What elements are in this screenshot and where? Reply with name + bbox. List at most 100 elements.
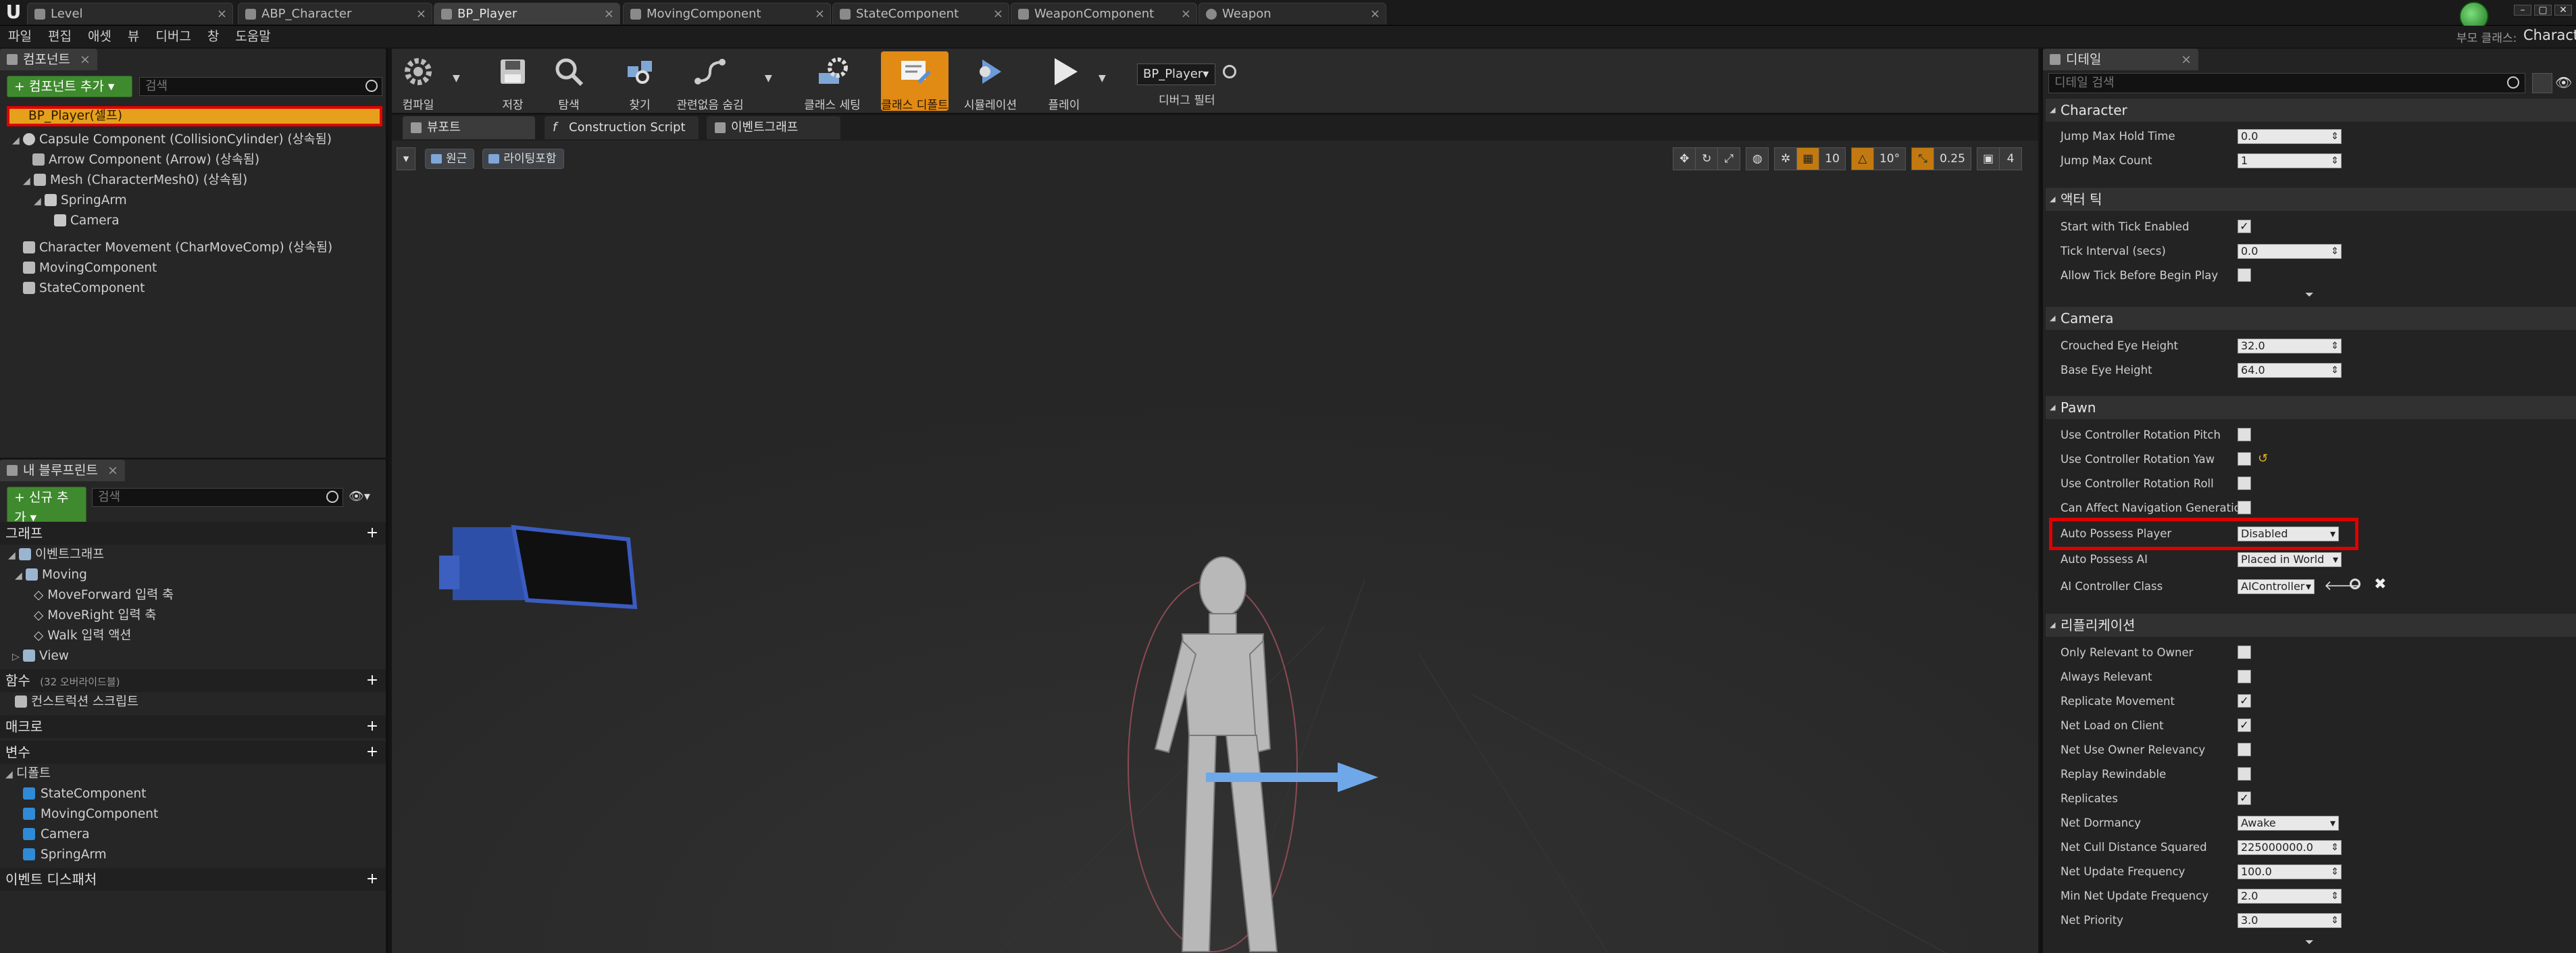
play-button[interactable]: 플레이 xyxy=(1038,51,1090,112)
grid-snap-value[interactable]: 10 xyxy=(1819,147,1846,170)
menu-view[interactable]: 뷰 xyxy=(120,26,147,47)
close-icon[interactable]: × xyxy=(2181,49,2192,70)
construction-script-item[interactable]: 컨스트럭션 스크립트 xyxy=(15,692,138,712)
unreal-logo-icon[interactable]: U xyxy=(3,1,24,23)
tab-level[interactable]: Level × xyxy=(27,3,233,24)
tab-bp-player[interactable]: BP_Player × xyxy=(434,3,620,24)
hide-unrelated-options-icon[interactable]: ▼ xyxy=(765,73,772,84)
viewport[interactable]: ▾ 원근 라이팅포함 ✥ ↻ ⤢ ◍ ✲ ▦ 10 △ 10° ⤡ 0.25 ▣ 4 xyxy=(392,141,2038,953)
play-options-icon[interactable]: ▼ xyxy=(1098,73,1106,84)
prop-number-field[interactable]: 2.0 xyxy=(2238,889,2342,904)
auto-possess-ai-dropdown[interactable]: Placed in World xyxy=(2238,552,2342,567)
tab-weapon-component[interactable]: WeaponComponent × xyxy=(1011,3,1197,24)
translate-tool-icon[interactable]: ✥ xyxy=(1673,147,1696,170)
scale-tool-icon[interactable]: ⤢ xyxy=(1717,147,1741,170)
prop-number-field[interactable]: 0.0 xyxy=(2238,244,2342,259)
rotate-tool-icon[interactable]: ↻ xyxy=(1695,147,1719,170)
viewport-options-dropdown[interactable]: ▾ xyxy=(397,147,415,170)
component-camera[interactable]: Camera xyxy=(54,211,120,231)
tab-abp-character[interactable]: ABP_Character × xyxy=(238,3,432,24)
checkbox-checked[interactable]: ✓ xyxy=(2238,791,2251,805)
debug-search-icon[interactable] xyxy=(1223,65,1236,78)
rotation-snap-icon[interactable]: △ xyxy=(1850,147,1874,170)
expand-arrow-icon[interactable]: ▷ xyxy=(12,647,20,667)
moving-group[interactable]: ◢ Moving xyxy=(15,565,87,585)
add-macro-icon[interactable]: + xyxy=(365,719,379,734)
minimize-button[interactable]: – xyxy=(2514,5,2531,16)
net-dormancy-dropdown[interactable]: Awake xyxy=(2238,816,2339,831)
close-icon[interactable]: × xyxy=(815,3,825,24)
camera-speed-value[interactable]: 4 xyxy=(1999,147,2022,170)
variable-item[interactable]: MovingComponent xyxy=(23,804,158,825)
simulation-button[interactable]: 시뮬레이션 xyxy=(957,51,1024,112)
compile-options-icon[interactable]: ▼ xyxy=(453,73,460,84)
close-icon[interactable]: × xyxy=(1181,3,1191,24)
prop-number-field[interactable]: 0.0 xyxy=(2238,129,2342,144)
lighting-mode-button[interactable]: 라이팅포함 xyxy=(482,149,564,169)
checkbox-unchecked[interactable] xyxy=(2238,767,2251,781)
tab-weapon[interactable]: Weapon × xyxy=(1198,3,1386,24)
ai-controller-class-dropdown[interactable]: AIController xyxy=(2238,579,2315,594)
checkbox-unchecked[interactable] xyxy=(2238,501,2251,514)
compile-button[interactable]: 컴파일 xyxy=(392,51,445,112)
component-arrow[interactable]: Arrow Component (Arrow) (상속됨) xyxy=(32,150,259,170)
section-replication[interactable]: 리플리케이션 xyxy=(2046,614,2576,637)
scale-snap-value[interactable]: 0.25 xyxy=(1934,147,1971,170)
view-mode-button[interactable]: 원근 xyxy=(425,149,475,169)
class-settings-button[interactable]: 클래스 세팅 xyxy=(797,51,867,112)
close-window-button[interactable]: ✕ xyxy=(2554,5,2572,16)
variable-item[interactable]: StateComponent xyxy=(23,784,146,804)
event-walk[interactable]: ◇ Walk 입력 액션 xyxy=(34,626,131,646)
class-defaults-button[interactable]: 클래스 디폴트 xyxy=(881,51,949,112)
prop-number-field[interactable]: 1 xyxy=(2238,153,2342,168)
section-camera[interactable]: Camera xyxy=(2046,307,2576,330)
prop-number-field[interactable]: 64.0 xyxy=(2238,363,2342,378)
component-search-input[interactable]: 검색 xyxy=(139,77,382,96)
section-character[interactable]: Character xyxy=(2046,99,2576,122)
close-icon[interactable]: × xyxy=(993,3,1003,24)
menu-debug[interactable]: 디버그 xyxy=(147,26,199,47)
event-move-right[interactable]: ◇ MoveRight 입력 축 xyxy=(34,606,156,626)
component-springarm[interactable]: ◢ SpringArm xyxy=(34,191,127,211)
rotation-snap-value[interactable]: 10° xyxy=(1873,147,1906,170)
add-function-icon[interactable]: + xyxy=(365,673,379,688)
checkbox-unchecked[interactable] xyxy=(2238,428,2251,441)
collapse-arrow-icon[interactable]: ◢ xyxy=(34,191,42,212)
collapse-arrow-icon[interactable]: ◢ xyxy=(8,545,16,566)
clear-icon[interactable]: ✖ xyxy=(2374,576,2386,593)
close-icon[interactable]: × xyxy=(217,3,227,24)
tab-viewport[interactable]: 뷰포트 xyxy=(403,116,535,139)
parent-class-name[interactable]: Characte xyxy=(2523,27,2576,43)
hide-unrelated-button[interactable]: 관련없음 숨김 xyxy=(666,51,754,112)
variable-item[interactable]: Camera xyxy=(23,825,90,845)
tab-construction-script[interactable]: f Construction Script xyxy=(545,116,699,139)
checkbox-unchecked[interactable] xyxy=(2238,645,2251,659)
checkbox-unchecked[interactable] xyxy=(2238,452,2251,466)
component-root-bp-player[interactable]: BP_Player(셀프) xyxy=(7,106,382,126)
camera-speed-icon[interactable]: ▣ xyxy=(1976,147,2000,170)
advanced-expand-icon[interactable]: ⏷ xyxy=(2305,288,2314,301)
component-state[interactable]: StateComponent xyxy=(23,278,145,299)
section-pawn[interactable]: Pawn xyxy=(2046,396,2576,419)
event-graph-item[interactable]: ◢ 이벤트그래프 xyxy=(8,545,104,565)
menu-edit[interactable]: 편집 xyxy=(40,26,80,47)
prop-number-field[interactable]: 225000000.0 xyxy=(2238,840,2342,855)
browse-asset-icon[interactable] xyxy=(2350,579,2360,589)
advanced-expand-icon[interactable]: ⏷ xyxy=(2305,935,2314,949)
view-group[interactable]: ▷ View xyxy=(12,646,69,666)
auto-possess-player-dropdown[interactable]: Disabled xyxy=(2238,527,2339,541)
event-dispatchers-category[interactable]: 이벤트 디스패처 + xyxy=(0,868,386,891)
world-local-icon[interactable]: ◍ xyxy=(1746,147,1769,170)
macros-category[interactable]: 매크로 + xyxy=(0,715,386,738)
prop-number-field[interactable]: 32.0 xyxy=(2238,339,2342,353)
collapse-arrow-icon[interactable]: ◢ xyxy=(23,171,31,191)
default-group[interactable]: ◢ 디폴트 xyxy=(5,764,51,784)
collapse-arrow-icon[interactable]: ◢ xyxy=(5,764,14,785)
property-matrix-icon[interactable] xyxy=(2532,73,2552,93)
view-options-icon[interactable]: 👁▾ xyxy=(349,489,370,504)
blueprint-search-input[interactable]: 검색 xyxy=(92,488,343,507)
close-icon[interactable]: × xyxy=(1370,3,1380,24)
checkbox-unchecked[interactable] xyxy=(2238,268,2251,282)
save-button[interactable]: 저장 xyxy=(486,51,539,112)
details-tab[interactable]: 디테일 × xyxy=(2043,49,2198,70)
